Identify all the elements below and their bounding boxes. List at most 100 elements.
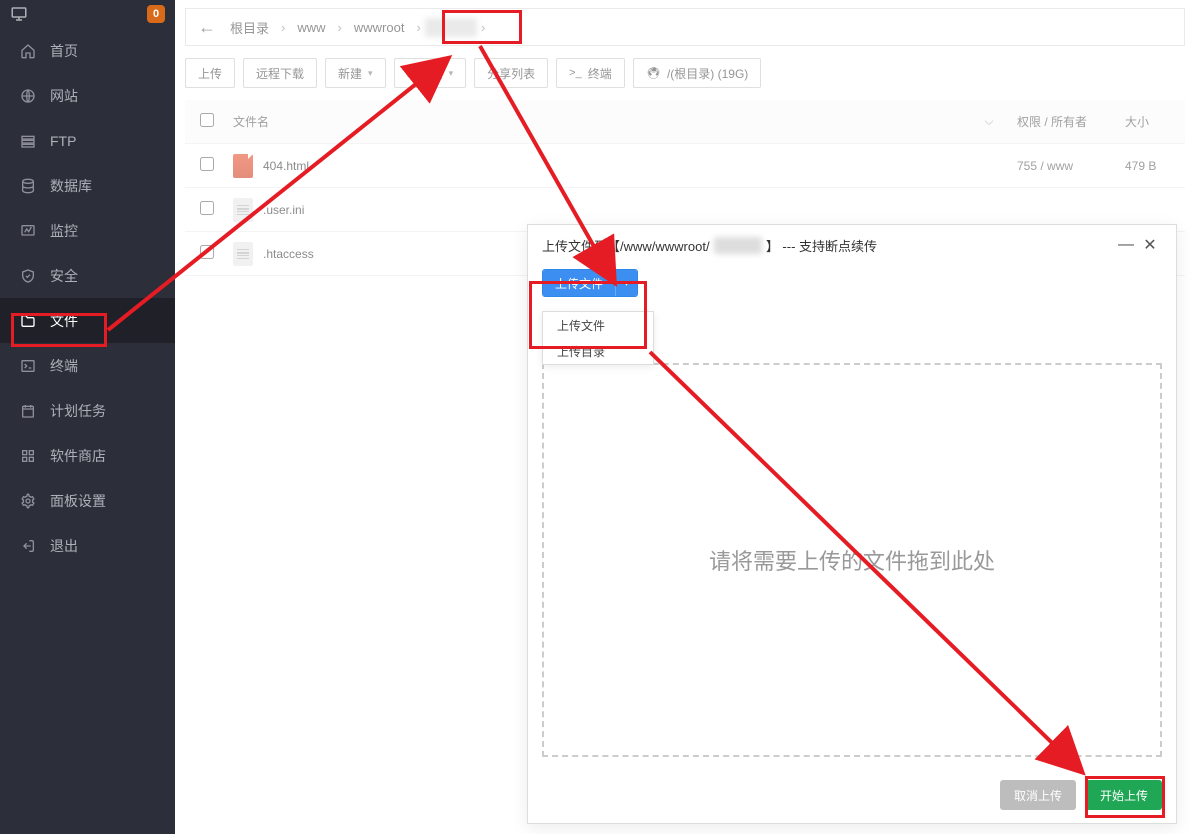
sidebar-item-settings[interactable]: 面板设置 — [0, 478, 175, 523]
row-filename[interactable]: .user.ini — [229, 198, 969, 222]
table-header: 文件名 ⌵ 权限 / 所有者 大小 — [185, 100, 1185, 144]
start-upload-button[interactable]: 开始上传 — [1086, 780, 1162, 810]
upload-button[interactable]: 上传 — [185, 58, 235, 88]
files-icon — [20, 313, 36, 329]
crumb-wwwroot[interactable]: wwwroot — [346, 20, 413, 35]
sidebar-item-store[interactable]: 软件商店 — [0, 433, 175, 478]
disk-icon: 🖲 — [646, 66, 661, 80]
crumb-root[interactable]: 根目录 — [222, 18, 277, 37]
sidebar-item-label: 安全 — [50, 266, 78, 286]
row-checkbox[interactable] — [185, 245, 229, 262]
sidebar-item-logout[interactable]: 退出 — [0, 523, 175, 568]
col-filename[interactable]: 文件名 — [229, 113, 969, 130]
sidebar-item-label: 软件商店 — [50, 446, 106, 466]
modal-body: 上传文件 ▾ 上传文件 上传目录 请将需要上传的文件拖到此处 — [528, 265, 1176, 767]
modal-title-site: site — [714, 237, 762, 254]
chevron-right-icon: › — [277, 20, 289, 35]
sidebar-item-label: 数据库 — [50, 176, 92, 196]
sidebar-item-site[interactable]: 网站 — [0, 73, 175, 118]
minimize-icon[interactable]: — — [1114, 236, 1138, 254]
select-all[interactable] — [185, 113, 229, 130]
sidebar-item-home[interactable]: 首页 — [0, 28, 175, 73]
terminal-label: 终端 — [588, 65, 612, 82]
row-checkbox[interactable] — [185, 157, 229, 174]
col-permissions[interactable]: 权限 / 所有者 — [1009, 113, 1125, 130]
sidebar-item-label: 计划任务 — [50, 401, 106, 421]
new-button[interactable]: 新建▾ — [325, 58, 386, 88]
ftp-icon — [20, 133, 36, 149]
sidebar-item-label: 文件 — [50, 311, 78, 331]
filename-text: .htaccess — [263, 247, 314, 261]
sidebar-item-monitor[interactable]: 监控 — [0, 208, 175, 253]
sidebar-item-db[interactable]: 数据库 — [0, 163, 175, 208]
cron-icon — [20, 403, 36, 419]
upload-dropdown-toggle[interactable]: ▾ — [615, 270, 637, 296]
breadcrumb: ← 根目录 › www › wwwroot › site › — [185, 8, 1185, 46]
favorites-button[interactable]: 收藏夹 ▾ — [394, 58, 467, 88]
sidebar-item-term[interactable]: 终端 — [0, 343, 175, 388]
safe-icon — [20, 268, 36, 284]
upload-file-button[interactable]: 上传文件 — [543, 270, 615, 296]
dropdown-upload-file[interactable]: 上传文件 — [543, 312, 653, 338]
sort-icon[interactable]: ⌵ — [969, 114, 1009, 129]
modal-footer: 取消上传 开始上传 — [528, 767, 1176, 823]
close-icon[interactable]: ✕ — [1138, 235, 1162, 255]
upload-dropdown: 上传文件 上传目录 — [542, 311, 654, 365]
modal-title-suffix: 】 --- 支持断点续传 — [766, 236, 877, 255]
sidebar-item-ftp[interactable]: FTP — [0, 118, 175, 163]
root-disk-label: /(根目录) (19G) — [667, 65, 748, 82]
txt-file-icon — [233, 198, 253, 222]
terminal-button[interactable]: >_ 终端 — [556, 58, 625, 88]
sidebar-item-cron[interactable]: 计划任务 — [0, 388, 175, 433]
notification-badge[interactable]: 0 — [147, 5, 165, 23]
sidebar-top: 0 — [0, 0, 175, 28]
chevron-down-icon: ▾ — [449, 68, 454, 79]
upload-modal: 上传文件到【/www/wwwroot/site】 --- 支持断点续传 — ✕ … — [527, 224, 1177, 824]
crumb-sitename[interactable]: site — [425, 18, 477, 37]
home-icon — [20, 43, 36, 59]
row-size: 479 B — [1125, 159, 1185, 173]
dropzone[interactable]: 请将需要上传的文件拖到此处 — [542, 363, 1162, 757]
upload-split-button: 上传文件 ▾ — [542, 269, 638, 297]
modal-header: 上传文件到【/www/wwwroot/site】 --- 支持断点续传 — ✕ — [528, 225, 1176, 265]
settings-icon — [20, 493, 36, 509]
sidebar-item-files[interactable]: 文件 — [0, 298, 175, 343]
toolbar: 上传 远程下载 新建▾ 收藏夹 ▾ 分享列表 >_ 终端 🖲 /(根目录) (19G) — [185, 58, 1185, 88]
sidebar-item-label: 退出 — [50, 536, 78, 556]
filename-text: .user.ini — [263, 203, 304, 217]
col-size[interactable]: 大小 — [1125, 113, 1185, 130]
site-icon — [20, 88, 36, 104]
logout-icon — [20, 538, 36, 554]
terminal-icon: >_ — [569, 67, 582, 79]
chevron-right-icon: › — [334, 20, 346, 35]
dropdown-upload-dir[interactable]: 上传目录 — [543, 338, 653, 364]
html-file-icon — [233, 154, 253, 178]
root-disk-button[interactable]: 🖲 /(根目录) (19G) — [633, 58, 762, 88]
back-icon[interactable]: ← — [192, 17, 222, 38]
sidebar: 0 首页网站 FTP 数据库监控安全文件终端计划任务软件商店面板设置退出 — [0, 0, 175, 834]
sidebar-item-safe[interactable]: 安全 — [0, 253, 175, 298]
sidebar-item-label: 首页 — [50, 41, 78, 61]
db-icon — [20, 178, 36, 194]
modal-title: 上传文件到【/www/wwwroot/site】 --- 支持断点续传 — [542, 236, 1114, 255]
chevron-right-icon: › — [412, 20, 424, 35]
store-icon — [20, 448, 36, 464]
fav-label: 收藏夹 — [407, 65, 443, 82]
sidebar-item-label: FTP — [50, 133, 76, 149]
table-row[interactable]: 404.html 755 / www479 B — [185, 144, 1185, 188]
monitor-icon — [10, 5, 28, 23]
sidebar-item-label: 监控 — [50, 221, 78, 241]
modal-title-prefix: 上传文件到【/www/wwwroot/ — [542, 236, 710, 255]
share-list-button[interactable]: 分享列表 — [474, 58, 548, 88]
sidebar-item-label: 面板设置 — [50, 491, 106, 511]
row-checkbox[interactable] — [185, 201, 229, 218]
monitor-icon — [20, 223, 36, 239]
cancel-upload-button[interactable]: 取消上传 — [1000, 780, 1076, 810]
filename-text: 404.html — [263, 159, 309, 173]
row-filename[interactable]: 404.html — [229, 154, 969, 178]
sidebar-item-label: 终端 — [50, 356, 78, 376]
remote-download-button[interactable]: 远程下载 — [243, 58, 317, 88]
crumb-www[interactable]: www — [289, 20, 333, 35]
term-icon — [20, 358, 36, 374]
row-permissions: 755 / www — [1009, 159, 1125, 173]
